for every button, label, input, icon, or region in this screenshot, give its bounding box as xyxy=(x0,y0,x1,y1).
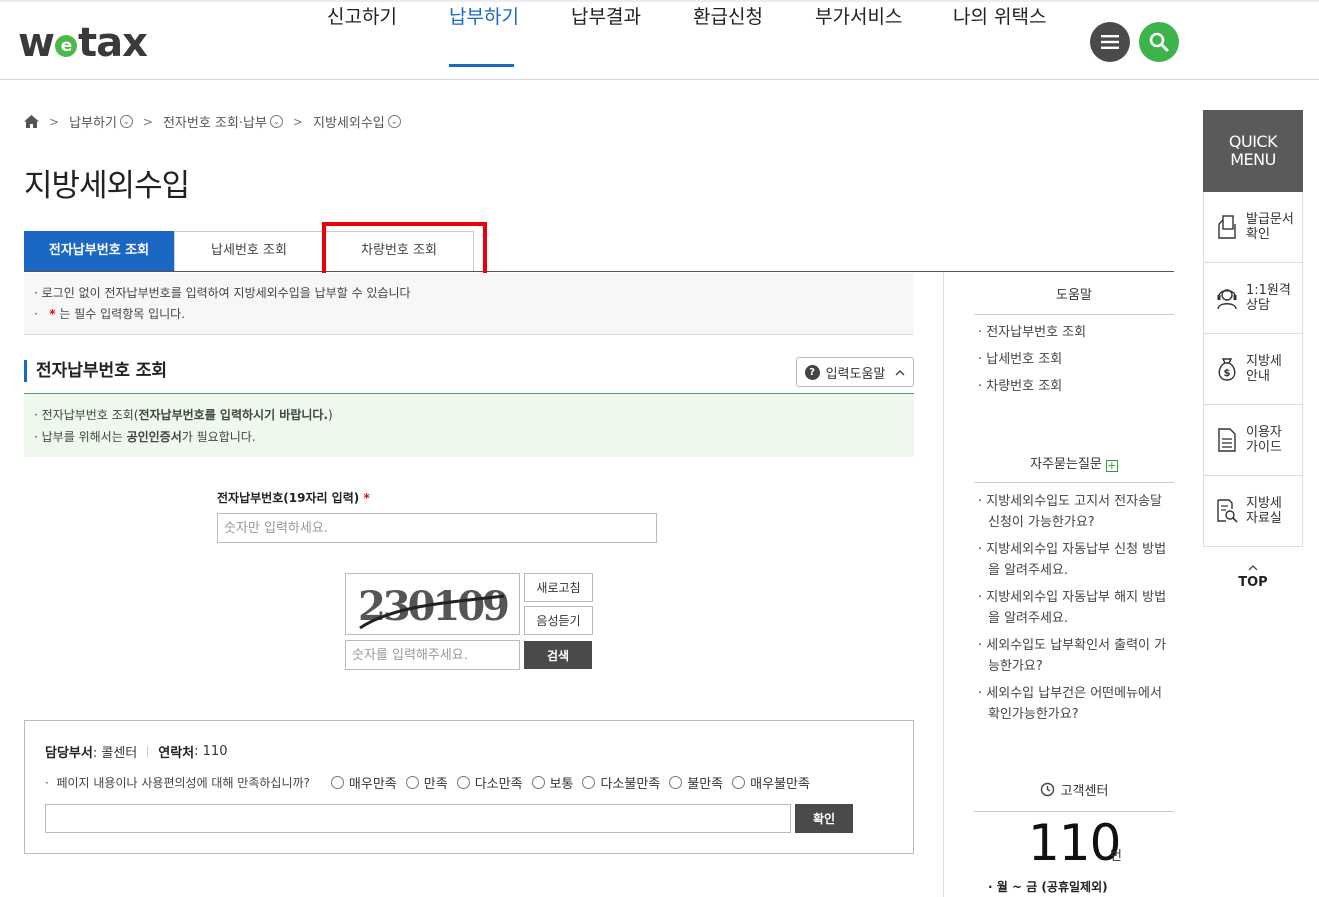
quick-user-guide[interactable]: 이용자 가이드 xyxy=(1203,405,1303,476)
captcha-image: 230109 xyxy=(345,573,520,635)
section-title: 전자납부번호 조회 xyxy=(24,360,167,382)
quick-menu-header: QUICK MENU xyxy=(1203,110,1303,192)
chevron-up-icon xyxy=(1248,565,1258,571)
faq-item[interactable]: · 지방세외수입 자동납부 해지 방법을 알려주세요. xyxy=(978,587,1168,629)
help-link-vehicle-number[interactable]: · 차량번호 조회 xyxy=(978,376,1168,397)
search-icon xyxy=(1149,32,1169,52)
nav-extra-services[interactable]: 부가서비스 xyxy=(815,2,902,29)
payment-number-label: 전자납부번호(19자리 입력) * xyxy=(217,491,370,505)
nav-active-underline xyxy=(449,64,514,67)
nav-payment[interactable]: 납부하기 xyxy=(449,2,519,29)
input-help-button[interactable]: ? 입력도움말 xyxy=(796,357,914,387)
tab-vehicle-number[interactable]: 차량번호 조회 xyxy=(324,231,474,271)
quick-local-tax-library[interactable]: 지방세 자료실 xyxy=(1203,476,1303,547)
survey-comment-input[interactable] xyxy=(45,804,791,833)
scroll-top-button[interactable]: TOP xyxy=(1230,560,1276,590)
chevron-down-icon: ⌄ xyxy=(387,115,401,128)
customer-center-number: 110 xyxy=(1028,814,1121,872)
headset-icon xyxy=(1217,289,1237,310)
faq-item[interactable]: · 세외수입 납부건은 어떤메뉴에서 확인가능한가요? xyxy=(978,683,1168,725)
notice-line: · * 는 필수 입력항목 입니다. xyxy=(34,307,186,321)
customer-center-unit: 번 xyxy=(1110,849,1122,864)
survey-question-row: · 페이지 내용이나 사용편의성에 대해 만족하십니까? 매우만족 만족 다소만… xyxy=(45,773,810,792)
help-link-tax-number[interactable]: · 납세번호 조회 xyxy=(978,349,1168,370)
tab-tax-number[interactable]: 납세번호 조회 xyxy=(174,231,324,271)
tab-electronic-payment-number[interactable]: 전자납부번호 조회 xyxy=(24,231,174,271)
lookup-tabs: 전자납부번호 조회 납세번호 조회 차량번호 조회 xyxy=(24,231,1174,272)
survey-contact-info: 담당부서: 콜센터 연락처: 110 xyxy=(45,744,228,761)
question-icon: ? xyxy=(804,364,820,380)
info-line: · 납부를 위해서는 공인인증서가 필요합니다. xyxy=(34,430,256,444)
help-title: 도움말 xyxy=(1056,288,1092,303)
nav-report[interactable]: 신고하기 xyxy=(327,2,397,29)
radio-very-dissatisfied[interactable]: 매우불만족 xyxy=(732,773,810,792)
clock-icon xyxy=(1040,782,1054,797)
radio-very-satisfied[interactable]: 매우만족 xyxy=(330,773,397,792)
wetax-logo[interactable]: w e tax xyxy=(18,20,148,66)
breadcrumb: > 납부하기 ⌄ > 전자번호 조회·납부 ⌄ > 지방세외수입 ⌄ xyxy=(24,112,401,131)
breadcrumb-item-electronic-number[interactable]: 전자번호 조회·납부 ⌄ xyxy=(163,112,283,131)
customer-center-title: 고객센터 xyxy=(974,780,1174,799)
radio-somewhat-dissatisfied[interactable]: 다소불만족 xyxy=(582,773,660,792)
payment-number-input[interactable] xyxy=(217,513,657,543)
nav-payment-result[interactable]: 납부결과 xyxy=(571,2,641,29)
breadcrumb-separator: > xyxy=(292,114,303,129)
guide-document-icon xyxy=(1218,428,1236,452)
svg-text:$: $ xyxy=(1224,368,1231,379)
captcha-refresh-button[interactable]: 새로고침 xyxy=(524,573,593,602)
radio-somewhat-satisfied[interactable]: 다소만족 xyxy=(456,773,523,792)
faq-item[interactable]: · 지방세외수입도 고지서 전자송달 신청이 가능한가요? xyxy=(978,491,1168,533)
info-box: · 전자납부번호 조회(전자납부번호를 입력하시기 바랍니다.) · 납부를 위… xyxy=(24,393,914,457)
customer-center-hours: · 월 ~ 금 (공휴일제외) xyxy=(988,880,1108,894)
page-title: 지방세외수입 xyxy=(24,168,190,204)
faq-title[interactable]: 자주묻는질문 + xyxy=(974,453,1174,472)
notice-box: · 로그인 없이 전자납부번호를 입력하여 지방세외수입을 납부할 수 있습니다… xyxy=(24,273,914,335)
help-link-electronic-number[interactable]: · 전자납부번호 조회 xyxy=(978,322,1168,343)
column-divider xyxy=(943,272,944,897)
quick-remote-consult[interactable]: 1:1원격 상담 xyxy=(1203,263,1303,334)
chevron-down-icon: ⌄ xyxy=(119,115,133,128)
breadcrumb-item-payment[interactable]: 납부하기 ⌄ xyxy=(69,112,133,131)
radio-neutral[interactable]: 보통 xyxy=(531,773,573,792)
document-search-icon xyxy=(1217,499,1238,523)
site-header: w e tax 신고하기 납부하기 납부결과 환급신청 부가서비스 나의 위택스 xyxy=(0,0,1319,80)
cs-divider xyxy=(974,811,1174,812)
help-divider xyxy=(974,314,1174,315)
plus-icon: + xyxy=(1105,459,1118,472)
search-submit-button[interactable]: 검색 xyxy=(524,641,592,669)
home-icon[interactable] xyxy=(24,115,39,128)
captcha-text: 230109 xyxy=(358,583,508,630)
captcha-audio-button[interactable]: 음성듣기 xyxy=(524,606,593,635)
money-bag-icon: $ xyxy=(1218,358,1236,381)
faq-item[interactable]: · 지방세외수입 자동납부 신청 방법을 알려주세요. xyxy=(978,539,1168,581)
radio-dissatisfied[interactable]: 불만족 xyxy=(669,773,723,792)
hamburger-icon xyxy=(1101,35,1119,49)
faq-divider xyxy=(974,482,1174,483)
breadcrumb-item-non-tax-revenue[interactable]: 지방세외수입 ⌄ xyxy=(313,112,401,131)
radio-satisfied[interactable]: 만족 xyxy=(405,773,448,792)
captcha-input[interactable] xyxy=(345,640,520,670)
breadcrumb-separator: > xyxy=(49,114,60,129)
search-button[interactable] xyxy=(1139,22,1179,62)
document-icon xyxy=(1218,215,1236,239)
notice-line: · 로그인 없이 전자납부번호를 입력하여 지방세외수입을 납부할 수 있습니다 xyxy=(34,286,411,300)
quick-issued-docs[interactable]: 발급문서 확인 xyxy=(1203,192,1303,263)
chevron-down-icon: ⌄ xyxy=(269,115,283,128)
nav-refund[interactable]: 환급신청 xyxy=(693,2,763,29)
info-line: · 전자납부번호 조회(전자납부번호를 입력하시기 바랍니다.) xyxy=(34,408,333,422)
chevron-up-icon xyxy=(895,369,905,375)
quick-menu: QUICK MENU 발급문서 확인 1:1원격 상담 $ 지방세 안내 이용자 가이드 … xyxy=(1203,110,1303,547)
faq-item[interactable]: · 세외수입도 납부확인서 출력이 가능한가요? xyxy=(978,635,1168,677)
survey-confirm-button[interactable]: 확인 xyxy=(795,804,853,833)
nav-my-wetax[interactable]: 나의 위택스 xyxy=(953,2,1046,29)
satisfaction-survey: 담당부서: 콜센터 연락처: 110 · 페이지 내용이나 사용편의성에 대해 … xyxy=(24,720,914,854)
breadcrumb-separator: > xyxy=(142,114,153,129)
quick-local-tax-info[interactable]: $ 지방세 안내 xyxy=(1203,334,1303,405)
menu-button[interactable] xyxy=(1090,22,1130,62)
